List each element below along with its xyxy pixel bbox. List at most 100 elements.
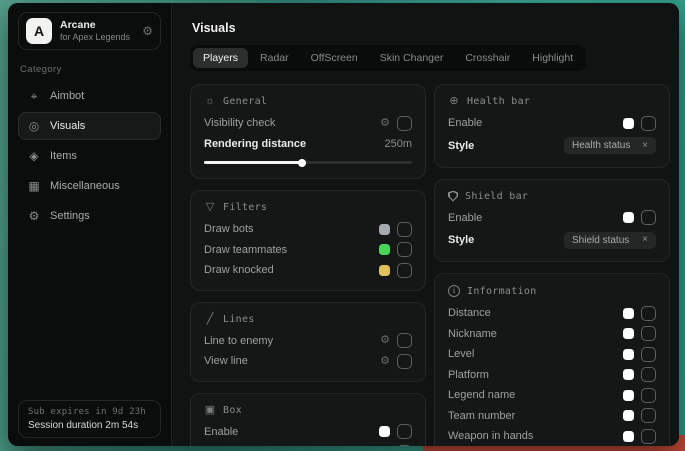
info-icon: i (448, 285, 460, 297)
settings-column-right: ⊕ Health bar Enable Style (434, 84, 670, 446)
color-swatch[interactable] (623, 369, 634, 380)
tab-players[interactable]: Players (193, 48, 248, 68)
color-swatch[interactable] (379, 244, 390, 255)
app-settings-icon[interactable]: ⚙ (142, 25, 153, 37)
setting-row-weapon-in-hands: Weapon in hands (448, 426, 656, 446)
card-title: Lines (223, 314, 255, 325)
card-title: Shield bar (465, 191, 528, 202)
color-swatch[interactable] (623, 390, 634, 401)
app-title: Arcane (60, 20, 130, 31)
card-health-bar: ⊕ Health bar Enable Style (434, 84, 670, 168)
sidebar-item-aimbot[interactable]: ⌖ Aimbot (18, 82, 161, 110)
platform-checkbox[interactable] (641, 367, 656, 382)
setting-row-health-style: Style Health status × (448, 134, 656, 158)
tab-crosshair[interactable]: Crosshair (455, 48, 520, 68)
tab-highlight[interactable]: Highlight (522, 48, 583, 68)
setting-row-shield-enable: Enable (448, 208, 656, 229)
view-line-checkbox[interactable] (397, 354, 412, 369)
sidebar-item-label: Visuals (50, 120, 85, 132)
gear-icon[interactable]: ⚙ (380, 356, 390, 367)
sidebar-item-visuals[interactable]: ◎ Visuals (18, 112, 161, 140)
color-swatch[interactable] (623, 118, 634, 129)
tab-offscreen[interactable]: OffScreen (301, 48, 368, 68)
color-swatch[interactable] (623, 328, 634, 339)
card-information: i Information Distance Nickname (434, 273, 670, 446)
color-swatch[interactable] (623, 431, 634, 442)
tab-skin-changer[interactable]: Skin Changer (370, 48, 454, 68)
rendering-distance-value: 250m (384, 138, 412, 150)
setting-row-line-to-enemy: Line to enemy ⚙ (204, 331, 412, 352)
session-duration-text: Session duration 2m 54s (28, 420, 151, 431)
color-swatch[interactable] (379, 265, 390, 276)
setting-row-platform: Platform (448, 365, 656, 386)
setting-row-shield-style: Style Shield status × (448, 228, 656, 252)
app-header-card: A Arcane for Apex Legends ⚙ (18, 12, 161, 50)
category-label: Category (20, 64, 159, 75)
sidebar-item-settings[interactable]: ⚙ Settings (18, 202, 161, 230)
setting-row-enable-background: Enable background (204, 442, 412, 446)
setting-row-draw-teammates: Draw teammates (204, 240, 412, 261)
slider-handle[interactable] (298, 159, 306, 167)
color-swatch[interactable] (623, 212, 634, 223)
setting-row-box-enable: Enable (204, 422, 412, 443)
color-swatch[interactable] (623, 349, 634, 360)
distance-checkbox[interactable] (641, 306, 656, 321)
close-icon[interactable]: × (642, 141, 648, 151)
draw-knocked-checkbox[interactable] (397, 263, 412, 278)
sidebar-item-label: Miscellaneous (50, 180, 120, 192)
line-to-enemy-checkbox[interactable] (397, 333, 412, 348)
close-icon[interactable]: × (642, 235, 648, 245)
main-panel: Visuals Players Radar OffScreen Skin Cha… (172, 3, 679, 446)
shield-style-select[interactable]: Shield status × (564, 232, 656, 249)
sidebar-item-miscellaneous[interactable]: ▦ Miscellaneous (18, 172, 161, 200)
legend-name-checkbox[interactable] (641, 388, 656, 403)
color-swatch[interactable] (379, 426, 390, 437)
setting-row-draw-bots: Draw bots (204, 219, 412, 240)
setting-row-rendering-distance: Rendering distance 250m (204, 134, 412, 155)
setting-row-level: Level (448, 344, 656, 365)
box-icon: ▣ (204, 405, 216, 416)
card-title: Information (467, 286, 537, 297)
grid-icon: ▦ (27, 180, 41, 192)
gear-icon[interactable]: ⚙ (380, 335, 390, 346)
cube-icon: ◈ (27, 150, 41, 162)
eye-icon: ◎ (27, 120, 41, 132)
card-title: Health bar (467, 96, 530, 107)
sidebar-item-label: Items (50, 150, 77, 162)
health-enable-checkbox[interactable] (641, 116, 656, 131)
tab-radar[interactable]: Radar (250, 48, 299, 68)
card-title: Box (223, 405, 242, 416)
gear-icon[interactable]: ⚙ (380, 118, 390, 129)
sidebar-item-label: Settings (50, 210, 90, 222)
sidebar: A Arcane for Apex Legends ⚙ Category ⌖ A… (8, 3, 172, 446)
weapon-in-hands-checkbox[interactable] (641, 429, 656, 444)
level-checkbox[interactable] (641, 347, 656, 362)
settings-column-left: ☼ General Visibility check ⚙ Rendering d… (190, 84, 426, 446)
page-title: Visuals (192, 21, 679, 35)
rendering-distance-slider[interactable] (204, 161, 412, 164)
setting-row-view-line: View line ⚙ (204, 351, 412, 372)
enable-background-checkbox[interactable] (397, 445, 412, 446)
draw-bots-checkbox[interactable] (397, 222, 412, 237)
color-swatch[interactable] (379, 224, 390, 235)
box-enable-checkbox[interactable] (397, 424, 412, 439)
sidebar-item-label: Aimbot (50, 90, 84, 102)
team-number-checkbox[interactable] (641, 408, 656, 423)
color-swatch[interactable] (623, 308, 634, 319)
shield-icon (448, 191, 458, 202)
card-general: ☼ General Visibility check ⚙ Rendering d… (190, 84, 426, 179)
setting-row-team-number: Team number (448, 406, 656, 427)
sun-icon: ☼ (204, 96, 216, 107)
health-style-select[interactable]: Health status × (564, 137, 656, 154)
sub-expiry-text: Sub expires in 9d 23h (28, 407, 151, 417)
subscription-status-card: Sub expires in 9d 23h Session duration 2… (18, 400, 161, 438)
nickname-checkbox[interactable] (641, 326, 656, 341)
sidebar-item-items[interactable]: ◈ Items (18, 142, 161, 170)
draw-teammates-checkbox[interactable] (397, 242, 412, 257)
card-title: Filters (223, 202, 267, 213)
setting-row-health-enable: Enable (448, 113, 656, 134)
visibility-check-checkbox[interactable] (397, 116, 412, 131)
color-swatch[interactable] (623, 410, 634, 421)
shield-enable-checkbox[interactable] (641, 210, 656, 225)
setting-row-distance: Distance (448, 303, 656, 324)
